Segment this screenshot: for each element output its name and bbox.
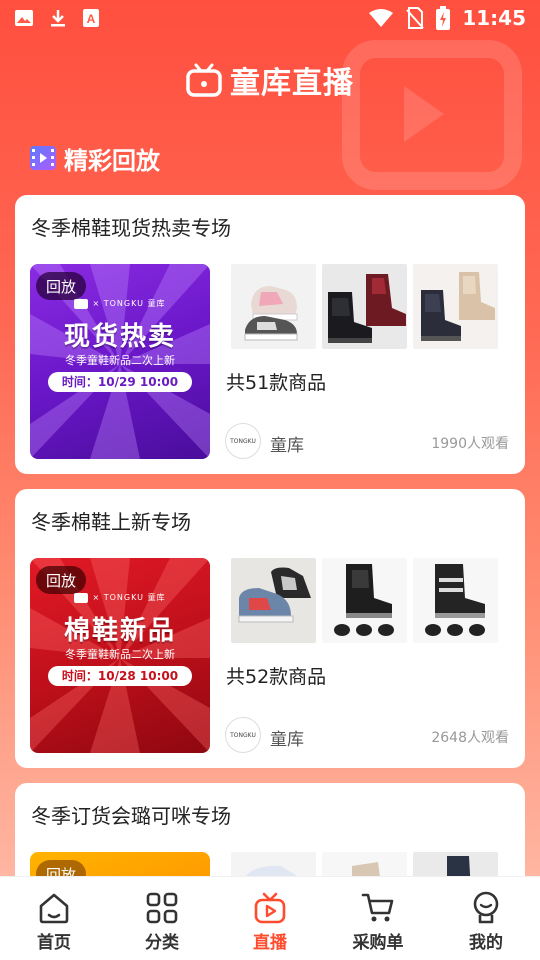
replay-card[interactable]: 冬季棉鞋现货热卖专场 回放 × TONGKU 童库 现货热卖 冬季童鞋新品二次上… xyxy=(15,195,525,474)
section-heading: 精彩回放 xyxy=(30,140,160,176)
product-thumbnails xyxy=(231,264,498,349)
cart-icon xyxy=(361,893,394,922)
product-thumbnails xyxy=(231,558,498,643)
product-thumbnail[interactable] xyxy=(231,558,316,643)
replay-poster[interactable]: 回放 × TONGKU 童库 现货热卖 冬季童鞋新品二次上新 时间：10/29 … xyxy=(30,264,210,459)
poster-brand-text: × TONGKU 童库 xyxy=(92,299,166,308)
nav-cart[interactable]: 采购单 xyxy=(324,877,432,960)
nav-label: 首页 xyxy=(37,933,71,953)
product-thumbnail[interactable] xyxy=(231,264,316,349)
section-title: 精彩回放 xyxy=(64,146,160,175)
product-thumbnail[interactable] xyxy=(322,558,407,643)
status-bar: A 11:45 xyxy=(0,0,540,36)
product-thumbnail[interactable] xyxy=(413,264,498,349)
live-icon xyxy=(254,892,286,924)
brand-logo-icon xyxy=(74,298,89,309)
no-sim-icon xyxy=(406,7,425,29)
nav-live[interactable]: 直播 xyxy=(216,877,324,960)
seller-name[interactable]: 童库 xyxy=(270,431,304,456)
download-icon xyxy=(51,10,65,27)
replay-poster[interactable]: 回放 × TONGKU 童库 棉鞋新品 冬季童鞋新品二次上新 时间：10/28 … xyxy=(30,558,210,753)
profile-icon xyxy=(473,891,499,924)
poster-headline: 棉鞋新品 xyxy=(63,616,176,646)
view-count: 1990人观看 xyxy=(431,436,509,452)
brand-logo-icon xyxy=(74,592,89,603)
poster-headline: 现货热卖 xyxy=(63,322,176,352)
nav-home[interactable]: 首页 xyxy=(0,877,108,960)
page-title: 童库直播 xyxy=(230,66,354,101)
product-count: 共52款商品 xyxy=(226,666,327,688)
product-thumbnail[interactable] xyxy=(322,264,407,349)
bottom-nav: 首页 分类 直播 采购单 我的 xyxy=(0,876,540,960)
product-thumbnail[interactable] xyxy=(413,558,498,643)
nav-label: 直播 xyxy=(253,933,287,953)
card-title: 冬季棉鞋现货热卖专场 xyxy=(31,216,231,240)
card-title: 冬季订货会璐可咪专场 xyxy=(31,804,231,828)
nav-label: 分类 xyxy=(145,933,179,953)
video-clip-icon xyxy=(30,146,56,170)
product-count: 共51款商品 xyxy=(226,372,327,394)
poster-time: 时间：10/29 10:00 xyxy=(48,372,192,392)
status-time: 11:45 xyxy=(462,6,526,30)
nav-category[interactable]: 分类 xyxy=(108,877,216,960)
card-title: 冬季棉鞋上新专场 xyxy=(31,510,191,534)
poster-subtitle: 冬季童鞋新品二次上新 xyxy=(65,648,175,661)
poster-brand: × TONGKU 童库 xyxy=(30,592,210,603)
seller-avatar[interactable]: TONGKU xyxy=(225,423,261,459)
app-notification-icon: A xyxy=(83,9,99,27)
nav-profile[interactable]: 我的 xyxy=(432,877,540,960)
app-header: 童库直播 xyxy=(0,52,540,108)
seller-avatar[interactable]: TONGKU xyxy=(225,717,261,753)
home-icon xyxy=(39,893,69,924)
nav-label: 我的 xyxy=(469,933,503,953)
replay-badge: 回放 xyxy=(36,566,87,594)
tv-logo-icon xyxy=(186,63,222,97)
view-count: 2648人观看 xyxy=(431,730,509,746)
svg-text:A: A xyxy=(87,12,96,26)
nav-label: 采购单 xyxy=(352,933,404,953)
poster-brand-text: × TONGKU 童库 xyxy=(92,593,166,602)
image-icon xyxy=(15,10,33,26)
category-icon xyxy=(146,892,178,924)
seller-name[interactable]: 童库 xyxy=(270,725,304,750)
replay-badge: 回放 xyxy=(36,272,87,300)
poster-time: 时间：10/28 10:00 xyxy=(48,666,192,686)
replay-card[interactable]: 冬季棉鞋上新专场 回放 × TONGKU 童库 棉鞋新品 冬季童鞋新品二次上新 … xyxy=(15,489,525,768)
poster-subtitle: 冬季童鞋新品二次上新 xyxy=(65,354,175,367)
poster-brand: × TONGKU 童库 xyxy=(30,298,210,309)
battery-charging-icon xyxy=(436,6,451,30)
wifi-icon xyxy=(369,9,394,27)
